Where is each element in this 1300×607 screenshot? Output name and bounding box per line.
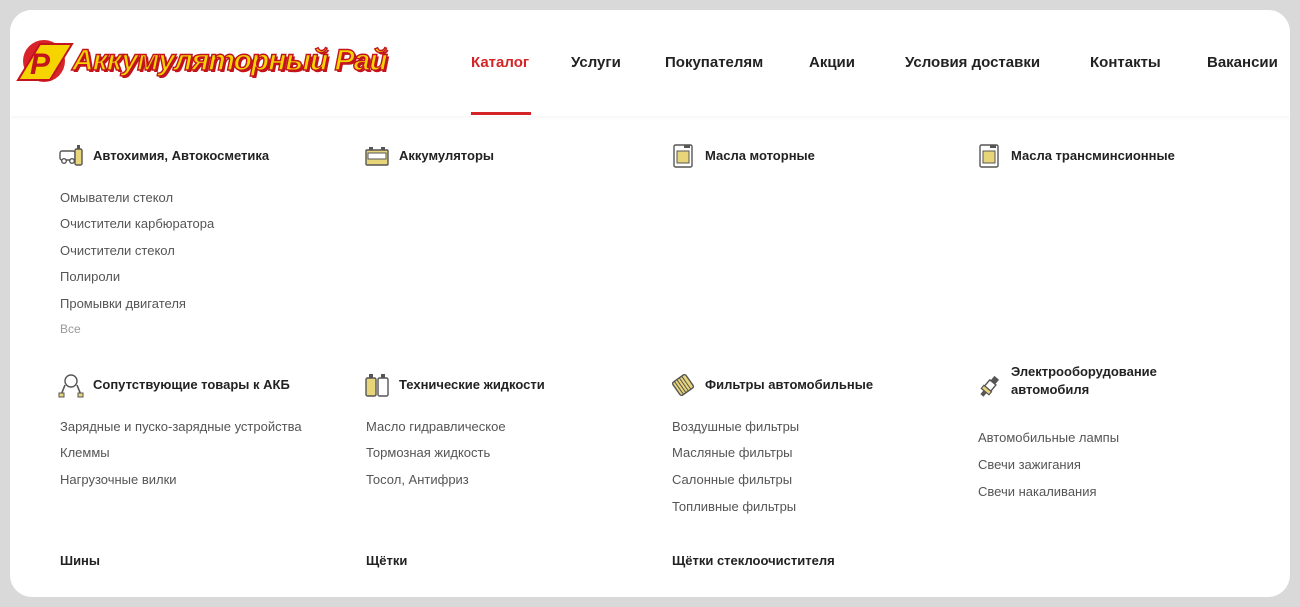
site-logo[interactable]: P Аккумуляторный Рай — [10, 36, 388, 90]
category-tires[interactable]: Шины — [60, 553, 100, 568]
subcategory-link[interactable]: Очистители карбюратора — [60, 216, 214, 231]
category-motor-oils[interactable]: Масла моторные — [670, 143, 815, 169]
nav-vacancies[interactable]: Вакансии — [1207, 54, 1278, 71]
category-title: Масла моторные — [705, 148, 815, 163]
subcategory-link[interactable]: Топливные фильтры — [672, 499, 796, 514]
category-title-line: Электрооборудование — [1011, 364, 1157, 379]
category-brushes[interactable]: Щётки — [366, 553, 407, 568]
subcategory-link[interactable]: Тосол, Антифриз — [366, 472, 469, 487]
subcategory-link[interactable]: Автомобильные лампы — [978, 430, 1119, 445]
page-frame: P Аккумуляторный Рай Каталог Услуги Поку… — [10, 10, 1290, 597]
category-transmission-oils[interactable]: Масла трансминсионные — [976, 143, 1175, 169]
category-title: Аккумуляторы — [399, 148, 494, 163]
category-technical-fluids[interactable]: Технические жидкости — [364, 372, 545, 398]
car-chemicals-icon — [59, 145, 83, 166]
category-title: Масла трансминсионные — [1011, 148, 1175, 163]
category-filters[interactable]: Фильтры автомобильные — [670, 372, 873, 398]
spark-plug-icon — [980, 375, 1000, 397]
nav-promotions[interactable]: Акции — [809, 54, 855, 71]
category-batteries[interactable]: Аккумуляторы — [364, 143, 494, 169]
subcategory-link[interactable]: Тормозная жидкость — [366, 445, 490, 460]
category-title-line: автомобиля — [1011, 382, 1090, 397]
subcategory-link[interactable]: Очистители стекол — [60, 243, 175, 258]
category-title: Сопутствующие товары к АКБ — [93, 377, 290, 392]
subcategory-link[interactable]: Свечи зажигания — [978, 457, 1081, 472]
charger-clamps-icon — [58, 374, 84, 398]
fluids-icon — [365, 374, 389, 397]
battery-icon — [365, 147, 389, 166]
subcategory-link[interactable]: Клеммы — [60, 445, 110, 460]
subcategory-link[interactable]: Свечи накаливания — [978, 484, 1097, 499]
active-nav-indicator — [471, 112, 531, 115]
subcategory-link[interactable]: Омыватели стекол — [60, 190, 173, 205]
site-header: P Аккумуляторный Рай Каталог Услуги Поку… — [10, 10, 1290, 116]
oil-canister-icon — [673, 144, 693, 168]
logo-text: Аккумуляторный Рай — [71, 43, 388, 77]
category-title: Фильтры автомобильные — [705, 377, 874, 392]
subcategory-link[interactable]: Полироли — [60, 269, 120, 284]
category-electrical[interactable]: Электрооборудование автомобиля — [976, 364, 1157, 400]
category-title: Электрооборудование автомобиля — [1011, 363, 1157, 399]
svg-text:P: P — [30, 48, 51, 81]
oil-canister-icon — [979, 144, 999, 168]
category-battery-accessories[interactable]: Сопутствующие товары к АКБ — [58, 372, 290, 398]
category-title: Автохимия, Автокосметика — [93, 148, 270, 163]
category-autochemistry[interactable]: Автохимия, Автокосметика — [58, 143, 269, 169]
subcategory-link[interactable]: Масляные фильтры — [672, 445, 793, 460]
subcategory-link[interactable]: Промывки двигателя — [60, 296, 186, 311]
filter-icon — [671, 373, 695, 397]
subcategory-link[interactable]: Салонные фильтры — [672, 472, 792, 487]
subcategory-link[interactable]: Воздушные фильтры — [672, 419, 799, 434]
nav-contacts[interactable]: Контакты — [1090, 54, 1161, 71]
logo-emblem-icon: P — [16, 40, 74, 82]
subcategory-link[interactable]: Масло гидравлическое — [366, 419, 506, 434]
nav-services[interactable]: Услуги — [571, 54, 621, 71]
nav-delivery[interactable]: Условия доставки — [905, 54, 1040, 71]
nav-catalog[interactable]: Каталог — [471, 54, 529, 71]
subcategory-link[interactable]: Зарядные и пуско-зарядные устройства — [60, 419, 302, 434]
category-title: Технические жидкости — [399, 377, 545, 392]
nav-customers[interactable]: Покупателям — [665, 54, 763, 71]
show-all-link[interactable]: Все — [60, 322, 81, 336]
subcategory-link[interactable]: Нагрузочные вилки — [60, 472, 177, 487]
category-wiper-blades[interactable]: Щётки стеклоочистителя — [672, 553, 835, 568]
